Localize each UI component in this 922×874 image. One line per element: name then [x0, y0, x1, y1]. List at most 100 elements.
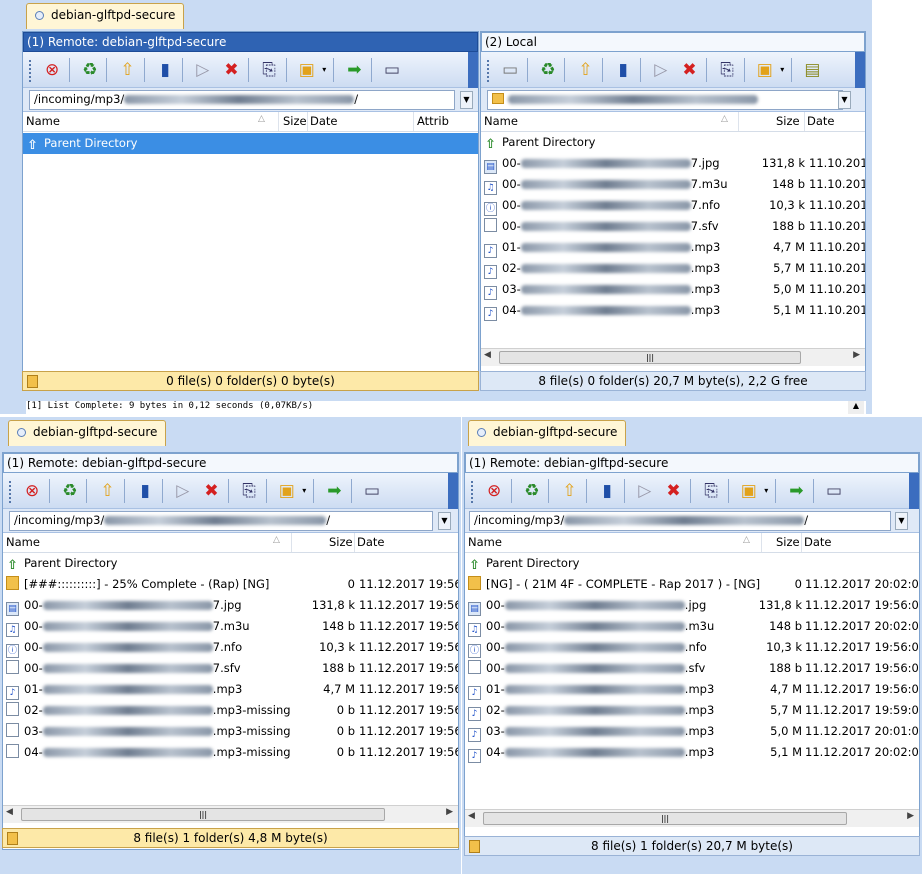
panel-title[interactable]: (1) Remote: debian-glftpd-secure [465, 453, 919, 473]
list-item[interactable]: 03- .mp3-missing 0 b 11.12.2017 19:56:00 [3, 721, 458, 742]
tab-debian-glftpd-secure[interactable]: debian-glftpd-secure [26, 3, 185, 29]
play-icon[interactable]: ▷ [170, 477, 195, 505]
scroll-left-icon[interactable]: ◀ [6, 807, 13, 817]
column-divider[interactable] [801, 533, 802, 552]
play-icon[interactable]: ▷ [648, 56, 673, 84]
list-item[interactable]: [NG] - ( 21M 4F - COMPLETE - Rap 2017 ) … [465, 574, 919, 595]
terminal-icon[interactable]: ▭ [822, 477, 847, 505]
delete-icon[interactable]: ✖ [199, 477, 224, 505]
terminal-icon[interactable]: ▭ [360, 477, 385, 505]
properties-icon[interactable]: ▤ [800, 56, 825, 84]
parent-folder-icon[interactable]: ⇧ [115, 56, 140, 84]
parent-directory-row[interactable]: ⇧ Parent Directory [465, 553, 919, 574]
transfer-icon[interactable]: ➡ [322, 477, 347, 505]
chevron-down-icon[interactable]: ▼ [438, 512, 451, 530]
list-item[interactable]: ♪01-.mp34,7 M11.12.2017 19:56:00 [465, 679, 919, 700]
toolbar-grip[interactable] [471, 481, 475, 503]
horizontal-scrollbar[interactable]: ◀ ||| ▶ [3, 805, 458, 823]
new-folder-icon[interactable]: ▣ [274, 477, 299, 505]
list-item[interactable]: 02- .mp3-missing 0 b 11.12.2017 19:56:00 [3, 700, 458, 721]
list-item[interactable]: ▤ 00- 7.jpg 131,8 k 11.10.2017 [481, 153, 865, 174]
toolbar-overflow[interactable] [468, 52, 478, 88]
bookmark-icon[interactable]: ▮ [133, 477, 158, 505]
chevron-down-icon[interactable]: ▾ [299, 477, 309, 505]
column-divider[interactable] [291, 533, 292, 552]
path-combo[interactable]: /incoming/mp3// [29, 90, 455, 110]
tab-debian-glftpd-secure[interactable]: debian-glftpd-secure [8, 420, 167, 446]
column-divider[interactable] [278, 112, 279, 131]
scroll-right-icon[interactable]: ▶ [853, 350, 860, 360]
parent-folder-icon[interactable]: ⇧ [557, 477, 582, 505]
bookmark-icon[interactable]: ▮ [595, 477, 620, 505]
copy-icon[interactable]: ⎘ [715, 56, 740, 84]
scroll-left-icon[interactable]: ◀ [468, 811, 475, 821]
path-combo[interactable] [487, 90, 843, 110]
path-combo[interactable]: /incoming/mp3// [9, 511, 433, 531]
list-item[interactable]: ⇧ Parent Directory [23, 133, 478, 154]
new-folder-icon[interactable]: ▣ [736, 477, 761, 505]
scroll-right-icon[interactable]: ▶ [907, 811, 914, 821]
column-divider[interactable] [413, 112, 414, 131]
scroll-right-icon[interactable]: ▶ [446, 807, 453, 817]
list-item[interactable]: ♪ 03- .mp3 5,0 M 11.12.2017 20:01:00 [465, 721, 919, 742]
column-date[interactable]: Date [310, 114, 338, 128]
list-item[interactable]: ♪ 04- .mp3 5,1 M 11.12.2017 20:02:00 [465, 742, 919, 763]
parent-directory-row[interactable]: ⇧ Parent Directory [481, 132, 865, 153]
column-divider[interactable] [761, 533, 762, 552]
disconnect-icon[interactable]: ⊗ [20, 477, 45, 505]
play-icon[interactable]: ▷ [190, 56, 215, 84]
list-item[interactable]: ▤ 00- 7.jpg 131,8 k 11.12.2017 19:56:00 [3, 595, 458, 616]
toolbar-overflow[interactable] [855, 52, 865, 88]
chevron-down-icon[interactable]: ▼ [895, 512, 908, 530]
drive-icon[interactable]: ▭ [498, 56, 523, 84]
column-size[interactable]: Size [329, 535, 353, 549]
new-folder-icon[interactable]: ▣ [752, 56, 777, 84]
list-item[interactable]: ▤ 00- .jpg 131,8 k 11.12.2017 19:56:00 [465, 595, 919, 616]
new-folder-icon[interactable]: ▣ [294, 56, 319, 84]
list-item[interactable]: [###::::::::::] - 25% Complete - (Rap) [… [3, 574, 458, 595]
toolbar-grip[interactable] [487, 60, 491, 82]
list-item[interactable]: ⓘ 00- 7.nfo 10,3 k 11.10.2017 [481, 195, 865, 216]
play-icon[interactable]: ▷ [632, 477, 657, 505]
list-item[interactable]: ♫ 00- 7.m3u 148 b 11.12.2017 19:56:00 [3, 616, 458, 637]
column-divider[interactable] [804, 112, 805, 131]
list-item[interactable]: ♫ 00- 7.m3u 148 b 11.10.2017 [481, 174, 865, 195]
transfer-icon[interactable]: ➡ [342, 56, 367, 84]
toolbar-overflow[interactable] [909, 473, 919, 509]
column-date[interactable]: Date [804, 535, 832, 549]
scroll-up-icon[interactable]: ▲ [848, 401, 864, 414]
column-name[interactable]: Name [26, 114, 60, 128]
delete-icon[interactable]: ✖ [677, 56, 702, 84]
column-divider[interactable] [738, 112, 739, 131]
disconnect-icon[interactable]: ⊗ [40, 56, 65, 84]
toolbar-grip[interactable] [9, 481, 13, 503]
list-item[interactable]: ♪01-.mp34,7 M11.12.2017 19:56:00 [3, 679, 458, 700]
list-item[interactable]: 00- 7.sfv 188 b 11.12.2017 19:56:00 [3, 658, 458, 679]
list-item[interactable]: ⓘ 00- 7.nfo 10,3 k 11.12.2017 19:56:00 [3, 637, 458, 658]
parent-folder-icon[interactable]: ⇧ [95, 477, 120, 505]
copy-icon[interactable]: ⎘ [257, 56, 282, 84]
chevron-down-icon[interactable]: ▼ [838, 91, 851, 109]
refresh-icon[interactable]: ♻ [57, 477, 82, 505]
list-item[interactable]: 00- 7.sfv 188 b 11.10.2017 [481, 216, 865, 237]
tab-debian-glftpd-secure[interactable]: debian-glftpd-secure [468, 420, 627, 446]
parent-directory-row[interactable]: ⇧ Parent Directory [3, 553, 458, 574]
column-divider[interactable] [354, 533, 355, 552]
scroll-thumb[interactable]: ||| [483, 812, 847, 825]
copy-icon[interactable]: ⎘ [237, 477, 262, 505]
list-item[interactable]: 00- .sfv 188 b 11.12.2017 19:56:00 [465, 658, 919, 679]
column-name[interactable]: Name [484, 114, 518, 128]
panel-title[interactable]: (2) Local [481, 32, 865, 52]
delete-icon[interactable]: ✖ [661, 477, 686, 505]
chevron-down-icon[interactable]: ▾ [761, 477, 771, 505]
bookmark-icon[interactable]: ▮ [153, 56, 178, 84]
toolbar-grip[interactable] [29, 60, 33, 82]
column-attrib[interactable]: Attrib [417, 114, 449, 128]
column-size[interactable]: Size [283, 114, 307, 128]
list-item[interactable]: ♪ 02- .mp3 5,7 M 11.10.2017 [481, 258, 865, 279]
list-item[interactable]: ♪ 03- .mp3 5,0 M 11.10.2017 [481, 279, 865, 300]
path-combo[interactable]: /incoming/mp3// [469, 511, 891, 531]
list-item[interactable]: ♪ 01- .mp3 4,7 M 11.10.2017 [481, 237, 865, 258]
parent-folder-icon[interactable]: ⇧ [573, 56, 598, 84]
list-item[interactable]: ♪ 02- .mp3 5,7 M 11.12.2017 19:59:00 [465, 700, 919, 721]
